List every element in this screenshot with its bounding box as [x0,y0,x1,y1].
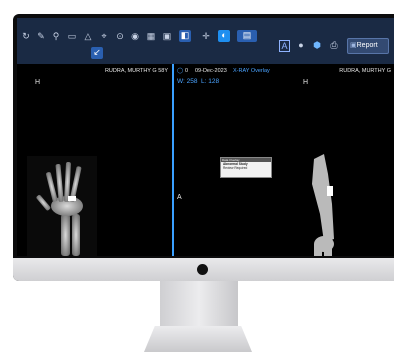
monitor-base [144,326,252,352]
popup-line-2: Review Required [223,166,248,170]
contrast-icon[interactable]: ◐ [218,30,230,42]
rotate-icon[interactable]: ↻ [20,31,32,41]
grid-icon[interactable]: ▣ [161,31,173,41]
display-icon[interactable]: ◧ [179,30,191,42]
camera-dot [197,264,208,275]
monitor-frame: ↻ ✎ ⚲ ▭ △ ⌖ ⊙ ◉ ▦ ▣ ◧ ✛ ◐ ▤ ↙ A ● ⬢ ⎙ ▣R… [13,14,394,281]
right-viewport[interactable]: ◯ 0 09-Dec-2023 X-RAY Overlay W: 258 L: … [173,64,394,256]
left-xray-image [27,156,97,256]
zoom-icon[interactable]: ⚲ [50,31,62,41]
report-icon: ▣ [350,42,357,49]
print-icon[interactable]: ⎙ [328,40,340,50]
circle-icon[interactable]: ● [295,40,307,50]
report-button[interactable]: ▣Report [347,38,389,54]
report-label: Report [356,42,378,49]
camera-icon[interactable]: ◉ [129,31,141,41]
layers-icon[interactable]: ▤ [237,30,257,42]
monitor-chin [13,258,394,281]
left-viewport[interactable]: RUDRA, MURTHY G 58Y H [17,64,173,256]
overlay-popup[interactable]: Data Overlay Abnormal Study Review Requi… [220,157,272,178]
pen-icon[interactable]: ✎ [35,31,47,41]
rect-icon[interactable]: ▭ [66,31,78,41]
monitor-neck [160,281,238,327]
angle-icon[interactable]: △ [82,31,94,41]
cube-icon[interactable]: ⬢ [311,40,323,50]
text-box-icon[interactable]: A [279,40,290,52]
move-icon[interactable]: ✛ [200,31,212,41]
play-icon[interactable]: ⊙ [114,31,126,41]
arrow-tool-icon[interactable]: ↙ [91,47,103,59]
app-screen: ↻ ✎ ⚲ ▭ △ ⌖ ⊙ ◉ ▦ ▣ ◧ ✛ ◐ ▤ ↙ A ● ⬢ ⎙ ▣R… [17,18,394,256]
toolbar: ↻ ✎ ⚲ ▭ △ ⌖ ⊙ ◉ ▦ ▣ ◧ ✛ ◐ ▤ ↙ A ● ⬢ ⎙ ▣R… [17,18,394,64]
layout-icon[interactable]: ▦ [145,31,157,41]
crosshair-icon[interactable]: ⌖ [98,31,110,41]
right-xray-image [312,154,334,256]
